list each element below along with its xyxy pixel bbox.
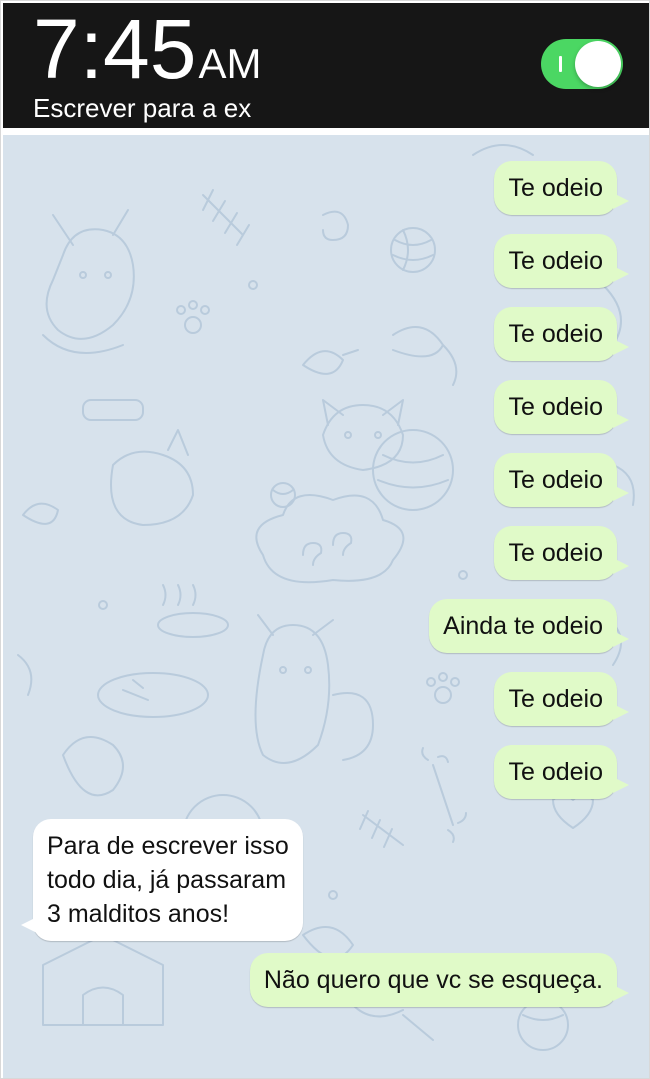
- message-text: Te odeio: [508, 393, 603, 421]
- message-bubble-incoming[interactable]: Para de escrever isso todo dia, já passa…: [21, 819, 303, 941]
- message-text: Te odeio: [508, 539, 603, 567]
- header-subtitle: Escrever para a ex: [33, 93, 252, 123]
- clock-digits: 7:45: [33, 2, 197, 96]
- message-text: Te odeio: [508, 174, 603, 202]
- message-bubble-outgoing[interactable]: Te odeio: [494, 453, 629, 507]
- phone-screen: 7:45AM Escrever para a ex Te odeio Te od…: [0, 0, 650, 1079]
- message-bubble-outgoing[interactable]: Ainda te odeio: [429, 599, 629, 653]
- clock-ampm: AM: [198, 40, 262, 87]
- message-bubble-outgoing[interactable]: Te odeio: [494, 745, 629, 799]
- message-bubble-outgoing[interactable]: Te odeio: [494, 380, 629, 434]
- setting-toggle[interactable]: [541, 39, 623, 89]
- message-text: Te odeio: [508, 247, 603, 275]
- message-text: Te odeio: [508, 466, 603, 494]
- message-text-line: Para de escrever isso: [47, 832, 289, 860]
- message-bubble-outgoing[interactable]: Te odeio: [494, 307, 629, 361]
- message-text: Ainda te odeio: [443, 612, 603, 640]
- message-bubble-outgoing[interactable]: Te odeio: [494, 161, 629, 215]
- clock: 7:45AM: [33, 7, 262, 91]
- message-text-line: 3 malditos anos!: [47, 900, 230, 928]
- message-bubble-outgoing[interactable]: Te odeio: [494, 234, 629, 288]
- message-bubble-outgoing[interactable]: Te odeio: [494, 672, 629, 726]
- toggle-on-indicator: [559, 56, 562, 72]
- message-bubble-outgoing[interactable]: Te odeio: [494, 526, 629, 580]
- status-header: 7:45AM Escrever para a ex: [3, 3, 649, 128]
- message-bubble-outgoing[interactable]: Não quero que vc se esqueça.: [249, 953, 630, 1007]
- message-text: Te odeio: [508, 758, 603, 786]
- toggle-knob[interactable]: [575, 41, 621, 87]
- message-text: Te odeio: [508, 320, 603, 348]
- message-text: Te odeio: [508, 685, 603, 713]
- message-text: Não quero que vc se esqueça.: [263, 966, 603, 994]
- chat-area[interactable]: Te odeio Te odeio Te odeio Te odeio Te o…: [3, 135, 649, 1078]
- message-text-line: todo dia, já passaram: [47, 866, 287, 894]
